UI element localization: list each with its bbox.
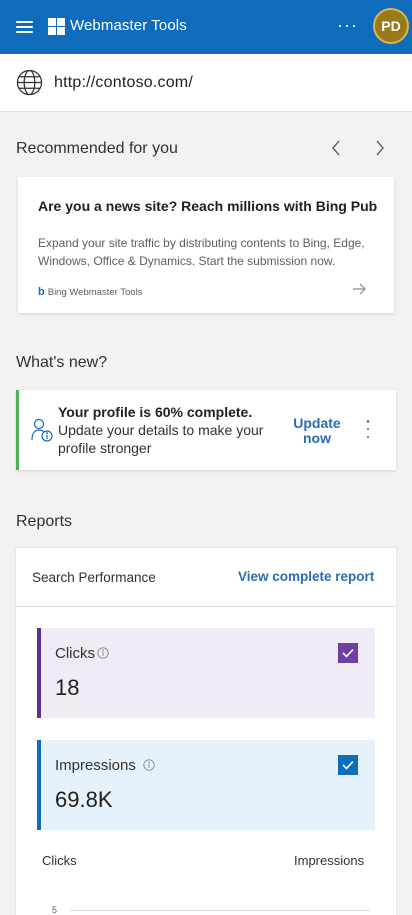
- recommendation-card[interactable]: Are you a news site? Reach millions with…: [18, 177, 394, 313]
- chart-right-axis-label: Impressions: [294, 853, 365, 868]
- divider: [16, 606, 396, 607]
- impressions-metric-card[interactable]: Impressions 69.8K: [37, 740, 375, 830]
- bing-logo-icon: b: [38, 286, 45, 298]
- clicks-metric-card[interactable]: Clicks 18: [37, 628, 375, 718]
- person-info-icon: [31, 418, 53, 442]
- recommendation-body: Expand your site traffic by distributing…: [38, 236, 365, 268]
- globe-icon: [16, 69, 43, 96]
- windows-logo-icon: [48, 18, 65, 35]
- hamburger-icon[interactable]: [16, 21, 33, 33]
- info-icon[interactable]: [97, 647, 109, 659]
- recommendation-title: Are you a news site? Reach millions with…: [38, 198, 378, 214]
- profile-completion-body: Update your details to make your profile…: [58, 422, 264, 456]
- checkmark-icon: [342, 648, 354, 658]
- avatar[interactable]: PD: [373, 8, 409, 44]
- more-vertical-icon[interactable]: [363, 420, 373, 438]
- impressions-label: Impressions: [55, 757, 136, 774]
- profile-completion-card: Your profile is 60% complete. Update you…: [16, 390, 396, 470]
- chart-tick-label: 5: [52, 905, 58, 915]
- reports-title: Reports: [16, 513, 73, 530]
- site-selector[interactable]: http://contoso.com/: [0, 54, 412, 112]
- reports-card: Search Performance View complete report …: [16, 548, 396, 915]
- more-icon[interactable]: ···: [337, 16, 358, 34]
- whats-new-title: What's new?: [16, 354, 108, 371]
- clicks-value: 18: [55, 675, 80, 700]
- profile-completion-title: Your profile is 60% complete.: [58, 404, 253, 420]
- recommended-title: Recommended for you: [16, 140, 178, 157]
- clicks-checkbox[interactable]: [338, 643, 358, 663]
- impressions-value: 69.8K: [55, 787, 113, 812]
- info-icon[interactable]: [143, 759, 155, 771]
- arrow-right-icon[interactable]: [352, 283, 366, 295]
- chevron-right-icon[interactable]: [370, 138, 390, 158]
- chevron-left-icon[interactable]: [326, 138, 346, 158]
- app-title: Webmaster Tools: [70, 17, 187, 34]
- chart-gridline: [70, 910, 370, 911]
- search-performance-label: Search Performance: [32, 570, 156, 585]
- update-now-button[interactable]: Update now: [289, 416, 345, 446]
- source-label: Bing Webmaster Tools: [47, 286, 143, 298]
- clicks-label: Clicks: [55, 645, 95, 662]
- chart-left-axis-label: Clicks: [42, 853, 77, 868]
- checkmark-icon: [342, 760, 354, 770]
- impressions-checkbox[interactable]: [338, 755, 358, 775]
- view-complete-report-link[interactable]: View complete report: [238, 569, 374, 584]
- site-url: http://contoso.com/: [54, 74, 193, 91]
- recommendation-source: b Bing Webmaster Tools: [38, 286, 142, 298]
- app-header: Webmaster Tools ··· PD: [0, 0, 412, 54]
